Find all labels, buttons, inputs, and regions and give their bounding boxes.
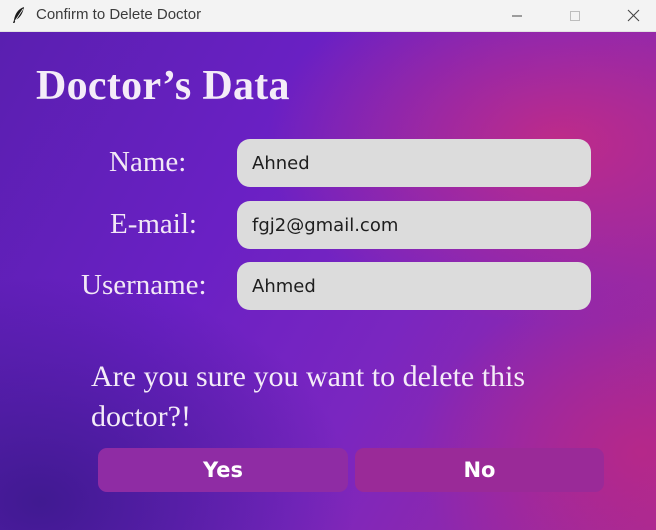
page-title: Doctor’s Data xyxy=(36,63,290,109)
dialog-body: Doctor’s Data Name: E-mail: Username: Ar… xyxy=(0,32,656,530)
name-field[interactable] xyxy=(237,139,591,187)
title-bar: Confirm to Delete Doctor xyxy=(0,0,656,32)
close-icon xyxy=(627,9,639,22)
email-label: E-mail: xyxy=(110,208,197,240)
window-title: Confirm to Delete Doctor xyxy=(36,6,202,23)
maximize-icon xyxy=(570,10,580,21)
name-label: Name: xyxy=(109,146,187,178)
minimize-icon xyxy=(512,15,522,16)
minimize-button[interactable] xyxy=(494,0,540,31)
confirm-question: Are you sure you want to delete this doc… xyxy=(91,360,526,433)
maximize-button[interactable] xyxy=(552,0,598,31)
username-label: Username: xyxy=(81,269,207,301)
close-button[interactable] xyxy=(610,0,656,31)
no-button[interactable]: No xyxy=(355,448,604,492)
feather-icon xyxy=(11,6,27,24)
email-field[interactable] xyxy=(237,201,591,249)
yes-button[interactable]: Yes xyxy=(98,448,348,492)
username-field[interactable] xyxy=(237,262,591,310)
